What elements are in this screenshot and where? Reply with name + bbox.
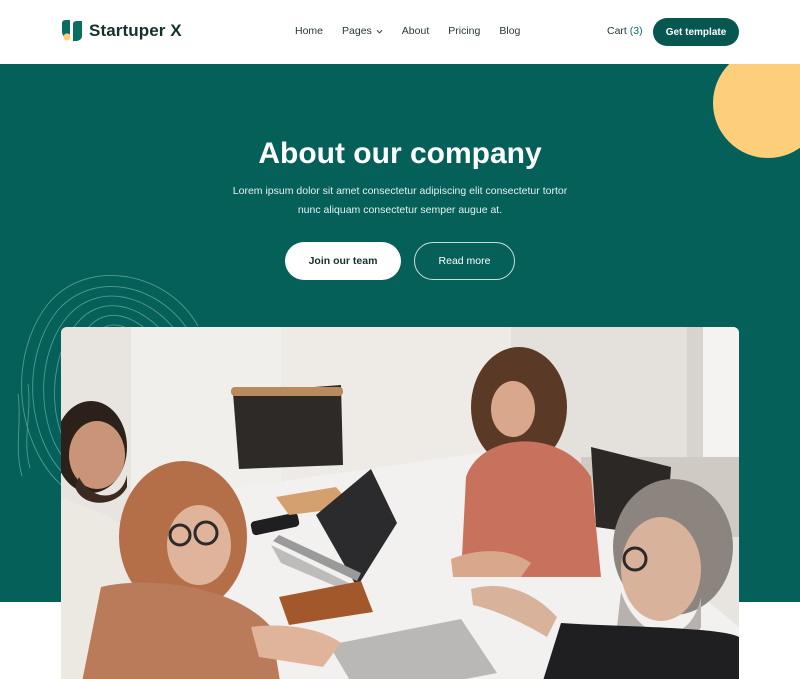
team-meeting-illustration <box>61 327 739 679</box>
brand-name: Startuper X <box>89 21 182 40</box>
nav-item-home[interactable]: Home <box>295 25 323 37</box>
get-template-button[interactable]: Get template <box>653 18 739 46</box>
site-header: Startuper X Home Pages About Pricing Blo… <box>0 0 800 64</box>
chevron-down-icon <box>376 29 383 33</box>
cart-label: Cart <box>607 25 627 37</box>
nav-item-pages-label: Pages <box>342 25 372 37</box>
main-nav: Home Pages About Pricing Blog <box>295 25 539 37</box>
brand-logo[interactable]: Startuper X <box>61 20 182 42</box>
cart-count: (3) <box>629 25 643 37</box>
logo-mark-icon <box>62 20 82 41</box>
team-meeting-photo <box>61 327 739 679</box>
nav-item-blog[interactable]: Blog <box>499 25 520 37</box>
page-title: About our company <box>258 137 542 170</box>
nav-item-pricing[interactable]: Pricing <box>448 25 480 37</box>
nav-item-pages[interactable]: Pages <box>342 25 383 37</box>
join-our-team-button[interactable]: Join our team <box>285 242 401 280</box>
nav-item-about[interactable]: About <box>402 25 429 37</box>
hero-description: Lorem ipsum dolor sit amet consectetur a… <box>232 185 568 216</box>
read-more-button[interactable]: Read more <box>414 242 515 280</box>
cart-link[interactable]: Cart (3) <box>607 25 643 37</box>
